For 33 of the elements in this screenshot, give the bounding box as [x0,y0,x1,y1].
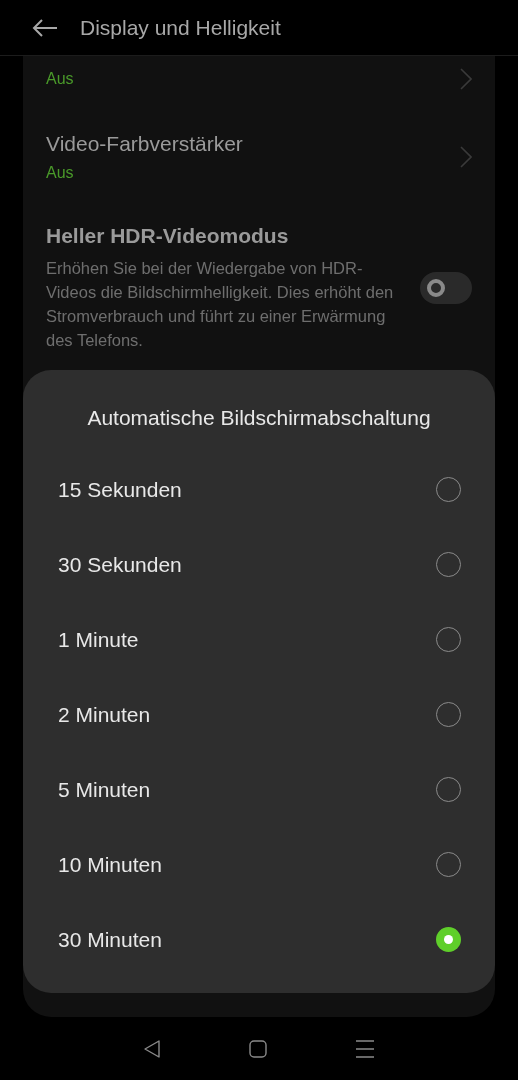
chevron-right-icon[interactable] [460,146,472,168]
toggle-switch[interactable] [420,272,472,304]
timeout-option[interactable]: 30 Minuten [58,902,460,977]
setting-description: Erhöhen Sie bei der Wiedergabe von HDR-Videos die Bildschirmhelligkeit. Dies erhöht den Stromverbrauch und führt zu einer Erwärmung des Telefons. [46,258,394,351]
timeout-option[interactable]: 2 Minuten [58,677,460,752]
chevron-right-icon[interactable] [460,68,472,90]
dialog-title: Automatische Bildschirmabschaltung [86,406,432,430]
setting-value: Aus [46,70,74,88]
menu-icon [355,1038,375,1059]
screen-title: Display und Helligkeit [80,15,281,40]
back-nav-button[interactable] [143,1038,161,1059]
timeout-option[interactable]: 5 Minuten [58,752,460,827]
timeout-option[interactable]: 1 Minute [58,602,460,677]
back-arrow-icon [32,17,58,38]
timeout-option[interactable]: 10 Minuten [58,827,460,902]
square-home-icon [249,1039,267,1058]
option-label: 10 Minuten [58,852,162,877]
option-label: 15 Sekunden [58,477,182,502]
option-label: 2 Minuten [58,702,151,727]
back-button[interactable] [32,17,58,38]
setting-title: Heller HDR-Videomodus [46,224,290,248]
option-label: 1 Minute [58,627,139,652]
home-nav-button[interactable] [249,1039,267,1058]
option-label: 5 Minuten [58,777,151,802]
setting-value: Aus [46,164,75,182]
menu-nav-button[interactable] [355,1038,375,1059]
timeout-option[interactable]: 15 Sekunden [58,452,460,527]
radio-button[interactable] [436,927,461,952]
setting-title: Video-Farbverstärker [46,132,243,156]
option-label: 30 Minuten [58,927,162,952]
option-label: 30 Sekunden [58,552,182,577]
triangle-back-icon [143,1038,161,1059]
timeout-option[interactable]: 30 Sekunden [58,527,460,602]
